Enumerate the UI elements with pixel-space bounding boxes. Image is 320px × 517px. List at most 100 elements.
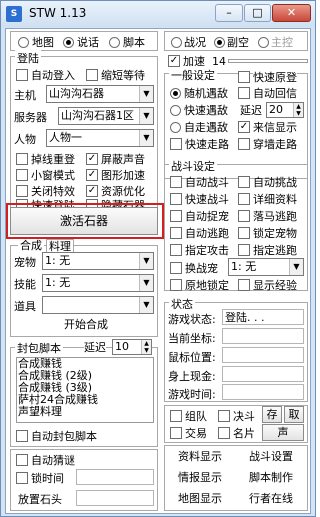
auto-packet-checkbox[interactable] bbox=[16, 430, 28, 442]
shorten-wait-label: 缩短等待 bbox=[101, 69, 145, 82]
through-wall-label: 穿墙走路 bbox=[253, 138, 297, 151]
game-state-field: 登陆. . . bbox=[222, 309, 304, 325]
tab-script-radio[interactable] bbox=[109, 37, 120, 48]
zoom-slider[interactable] bbox=[76, 490, 154, 506]
close-button[interactable]: ✕ bbox=[272, 4, 311, 22]
maximize-button[interactable]: □ bbox=[244, 4, 271, 22]
auto-battle-checkbox[interactable] bbox=[170, 176, 182, 188]
info-show-button[interactable]: 情报显示 bbox=[168, 469, 232, 487]
host-label: 主机 bbox=[14, 89, 36, 102]
show-exp-label: 显示经验 bbox=[253, 279, 297, 292]
team-checkbox[interactable] bbox=[170, 410, 182, 422]
save-button[interactable]: 存 bbox=[262, 406, 282, 423]
accel-slider-track[interactable] bbox=[228, 59, 308, 63]
swap-pet-value: 1: 无 bbox=[231, 260, 257, 273]
packet-script-list[interactable]: 合成赚钱 合成赚钱 (2级) 合成赚钱 (3级) 萨村24合成赚钱 声望料理 bbox=[16, 357, 154, 423]
minimize-button[interactable]: – bbox=[215, 4, 243, 22]
auto-catch-checkbox[interactable] bbox=[170, 210, 182, 222]
walker-online-button[interactable]: 行者在线 bbox=[238, 490, 304, 508]
through-wall-checkbox[interactable] bbox=[238, 138, 250, 150]
auto-riddle-checkbox[interactable] bbox=[16, 454, 28, 466]
auto-escape-label: 自动逃跑 bbox=[185, 227, 229, 240]
small-window-checkbox[interactable] bbox=[16, 169, 28, 181]
random-encounter-label: 随机遇敌 bbox=[184, 87, 228, 100]
shorten-wait-checkbox[interactable] bbox=[86, 69, 98, 81]
map-show-button[interactable]: 地图显示 bbox=[168, 490, 232, 508]
lock-time-input[interactable] bbox=[76, 469, 154, 485]
tab-map-radio[interactable] bbox=[18, 37, 29, 48]
data-show-button[interactable]: 资料显示 bbox=[168, 448, 232, 466]
stay-lock-label: 原地锁定 bbox=[185, 279, 229, 292]
mouse-pos-field bbox=[222, 347, 304, 363]
fast-walk-checkbox[interactable] bbox=[170, 138, 182, 150]
voice-button[interactable]: 声 bbox=[262, 424, 304, 441]
fast-login2-checkbox[interactable] bbox=[238, 71, 250, 83]
reconnect-label: 掉线重登 bbox=[31, 153, 75, 166]
encounter-delay-spinner[interactable]: 20 ▲ ▼ bbox=[266, 102, 304, 118]
block-sound-checkbox[interactable]: ✓ bbox=[86, 153, 98, 165]
fall-escape-checkbox[interactable] bbox=[238, 210, 250, 222]
battle-setting-button[interactable]: 战斗设置 bbox=[238, 448, 304, 466]
resource-opt-checkbox[interactable]: ✓ bbox=[86, 185, 98, 197]
reconnect-checkbox[interactable] bbox=[16, 153, 28, 165]
auto-packet-label: 自动封包脚本 bbox=[31, 430, 97, 443]
tab-synthesis[interactable]: 合成 bbox=[18, 239, 44, 252]
accel-checkbox[interactable]: ✓ bbox=[168, 55, 180, 67]
fast-encounter-radio[interactable] bbox=[170, 105, 181, 116]
graphic-accel-checkbox[interactable]: ✓ bbox=[86, 169, 98, 181]
tab-master-radio[interactable] bbox=[258, 37, 269, 48]
fast-battle-checkbox[interactable] bbox=[170, 193, 182, 205]
random-encounter-radio[interactable] bbox=[170, 88, 181, 99]
duel-checkbox[interactable] bbox=[218, 410, 230, 422]
resource-opt-label: 资源优化 bbox=[101, 185, 145, 198]
start-synthesis-button[interactable]: 开始合成 bbox=[36, 316, 136, 334]
chevron-down-icon: ▼ bbox=[139, 253, 153, 269]
free-encounter-radio[interactable] bbox=[170, 122, 181, 133]
lock-pet-checkbox[interactable] bbox=[238, 227, 250, 239]
packet-delay-spinner[interactable]: 10 ▲ ▼ bbox=[112, 339, 152, 355]
target-escape-checkbox[interactable] bbox=[238, 244, 250, 256]
tab-talk-radio[interactable] bbox=[63, 37, 74, 48]
tab-cooking[interactable]: 料理 bbox=[46, 239, 74, 253]
fast-encounter-label: 快速遇敌 bbox=[184, 104, 228, 117]
mouse-pos-label: 鼠标位置: bbox=[168, 351, 216, 364]
swap-pet-select[interactable]: 1: 无 ▼ bbox=[228, 258, 304, 276]
tab-battle-radio[interactable] bbox=[171, 37, 182, 48]
show-exp-checkbox[interactable] bbox=[238, 279, 250, 291]
stay-lock-checkbox[interactable] bbox=[170, 279, 182, 291]
trade-checkbox[interactable] bbox=[170, 427, 182, 439]
character-select[interactable]: 人物一 ▼ bbox=[46, 129, 154, 147]
take-button[interactable]: 取 bbox=[284, 406, 304, 423]
pet-select[interactable]: 1: 无 ▼ bbox=[42, 252, 154, 270]
app-icon: S bbox=[6, 6, 22, 22]
auto-reply-checkbox[interactable] bbox=[238, 87, 250, 99]
swap-pet-checkbox[interactable] bbox=[170, 262, 182, 274]
auto-login-label: 自动登入 bbox=[31, 69, 75, 82]
disable-fx-checkbox[interactable] bbox=[16, 185, 28, 197]
target-attack-checkbox[interactable] bbox=[170, 244, 182, 256]
host-select[interactable]: 山沟沟石器 ▼ bbox=[46, 85, 154, 103]
card-checkbox[interactable] bbox=[218, 427, 230, 439]
spinner-arrows-icon[interactable]: ▲ ▼ bbox=[141, 340, 151, 354]
auto-escape-checkbox[interactable] bbox=[170, 227, 182, 239]
chevron-down-icon: ▼ bbox=[139, 297, 153, 313]
skill-value: 1: 无 bbox=[45, 276, 71, 289]
tab-dialog-radio[interactable] bbox=[214, 37, 225, 48]
spinner-arrows-icon[interactable]: ▲ ▼ bbox=[293, 103, 303, 117]
auto-challenge-checkbox[interactable] bbox=[238, 176, 250, 188]
free-encounter-label: 自走遇敌 bbox=[184, 121, 228, 134]
item-select[interactable]: ▼ bbox=[42, 296, 154, 314]
script-make-button[interactable]: 脚本制作 bbox=[238, 469, 304, 487]
lock-time-checkbox[interactable] bbox=[16, 472, 28, 484]
tab-map-label: 地图 bbox=[32, 36, 54, 49]
detail-info-checkbox[interactable] bbox=[238, 193, 250, 205]
money-label: 身上现金: bbox=[168, 370, 216, 383]
main-panel: 地图 说话 脚本 登陆 自动登入 缩短等待 主机 山沟沟石器 ▼ 服务器 山沟沟石… bbox=[5, 28, 311, 514]
list-item[interactable]: 声望料理 bbox=[17, 406, 153, 418]
server-select[interactable]: 山沟沟石器1区 ▼ bbox=[58, 107, 154, 125]
mail-show-checkbox[interactable]: ✓ bbox=[238, 121, 250, 133]
character-label: 人物 bbox=[14, 133, 36, 146]
skill-select[interactable]: 1: 无 ▼ bbox=[42, 274, 154, 292]
auto-login-checkbox[interactable] bbox=[16, 69, 28, 81]
swap-pet-label: 换战宠 bbox=[185, 262, 218, 275]
